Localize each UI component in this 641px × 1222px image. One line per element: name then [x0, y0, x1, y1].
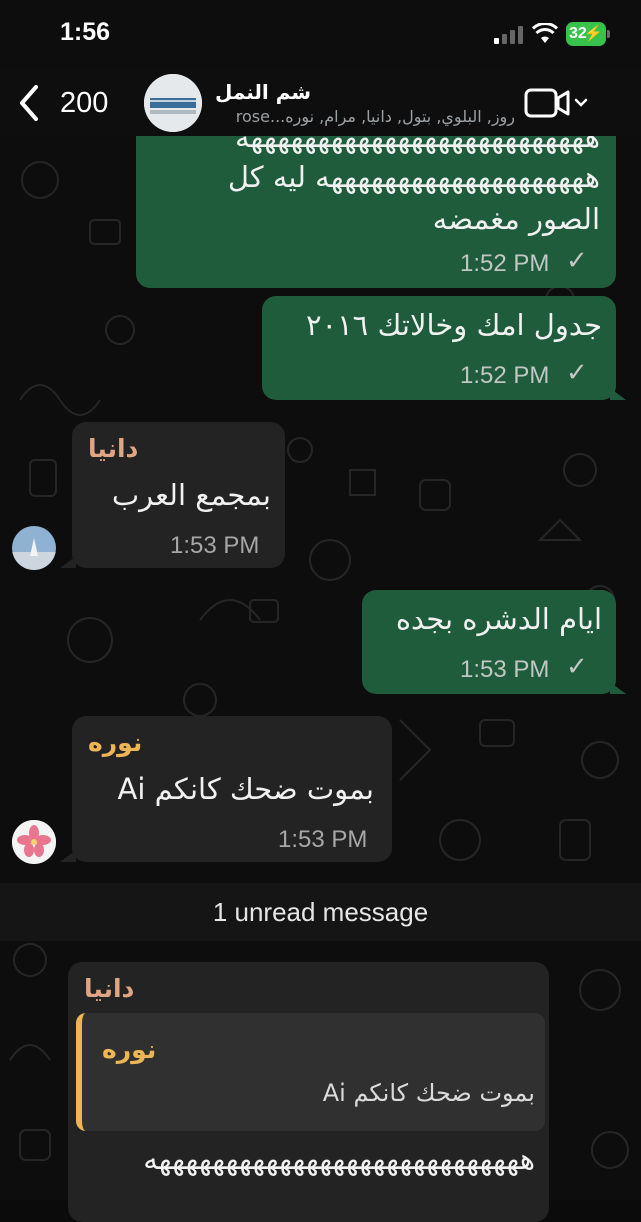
message-text: جدول امك وخالاتك ٢٠١٦ [305, 308, 602, 342]
group-members[interactable]: روز, البلوي, بتول, دانيا, مرام, نوره...r… [215, 107, 515, 126]
message-bubble-incoming[interactable]: نوره بموت ضحك كانكم Ai 1:53 PM [72, 716, 392, 862]
bubble-tail [610, 388, 626, 400]
unread-messages-divider: 1 unread message [0, 883, 641, 941]
message-bubble-outgoing[interactable]: جدول امك وخالاتك ٢٠١٦ 1:52 PM ✓ [262, 296, 616, 400]
message-text: ايام الدشره بجده [395, 602, 602, 636]
charging-bolt-icon: ⚡ [584, 25, 603, 42]
group-avatar[interactable] [144, 74, 202, 132]
message-text: بموت ضحك كانكم Ai [117, 772, 375, 806]
signal-icon [494, 26, 523, 44]
message-time: 1:52 PM [460, 250, 550, 277]
battery-tip [607, 30, 610, 38]
message-bubble-incoming[interactable]: دانيا بمجمع العرب 1:53 PM [72, 422, 285, 568]
sender-avatar[interactable] [12, 526, 56, 570]
message-time: 1:53 PM [460, 656, 550, 683]
group-name[interactable]: شم النمل [215, 80, 311, 104]
battery-icon: 32 ⚡ [566, 22, 606, 46]
bubble-tail [60, 850, 76, 862]
sender-name: دانيا [84, 974, 135, 1003]
message-text: بمجمع العرب [111, 478, 271, 512]
sender-avatar[interactable] [12, 820, 56, 864]
message-text: الصور مغمضه [432, 202, 600, 236]
quote-text: بموت ضحك كانكم Ai [322, 1079, 535, 1107]
bubble-tail [60, 556, 76, 568]
back-button[interactable]: 200 [16, 78, 108, 128]
message-bubble-outgoing[interactable]: ايام الدشره بجده 1:53 PM ✓ [362, 590, 616, 694]
back-chevron-icon [20, 85, 38, 121]
sender-name: نوره [88, 728, 143, 757]
unread-chats-count: 200 [60, 86, 109, 119]
checkmark-icon: ✓ [566, 246, 588, 276]
video-call-icon[interactable] [524, 86, 596, 120]
status-bar: 1:56 32 ⚡ [0, 0, 641, 70]
message-text: ههههههههههههههههههههه ليه كل [227, 160, 600, 194]
message-time: 1:52 PM [460, 362, 550, 389]
bubble-tail [610, 682, 626, 694]
reply-quote[interactable]: نوره بموت ضحك كانكم Ai [76, 1013, 545, 1131]
message-text: ههههههههههههههههههههههههههههه [143, 1142, 535, 1176]
message-bubble-outgoing[interactable]: ههههههههههههههههههههههههههه هههههههههههه… [136, 118, 616, 288]
sender-name: دانيا [88, 434, 139, 463]
quote-sender-name: نوره [102, 1035, 157, 1064]
message-time: 1:53 PM [278, 826, 368, 853]
checkmark-icon: ✓ [566, 652, 588, 682]
message-time: 1:53 PM [170, 532, 260, 559]
status-time: 1:56 [60, 18, 111, 46]
wifi-icon [532, 23, 558, 43]
checkmark-icon: ✓ [566, 358, 588, 388]
